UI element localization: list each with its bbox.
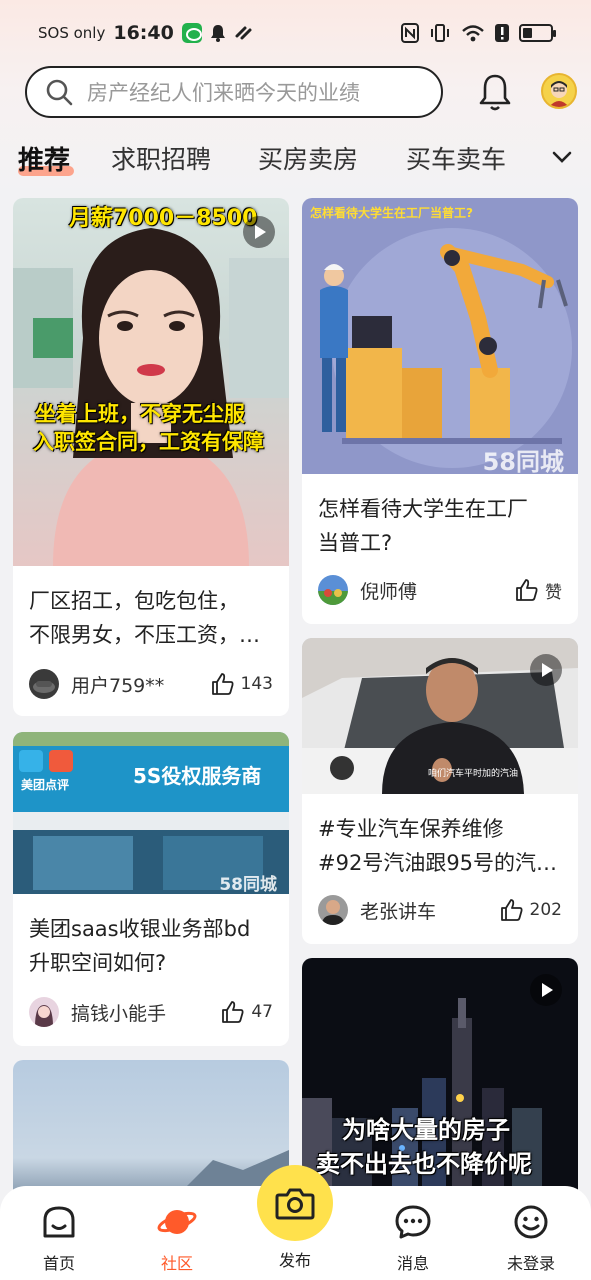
like-button[interactable]: 赞 xyxy=(515,578,562,603)
thumbs-up-icon xyxy=(211,673,234,695)
video-overlay-text: 卖不出去也不降价呢 xyxy=(316,1150,532,1178)
watermark: 58同城 xyxy=(219,875,277,894)
card-meta: 倪师傅 赞 xyxy=(318,574,562,606)
like-count: 赞 xyxy=(545,582,562,603)
video-overlay-text: 坐着上班，不穿无尘服 xyxy=(35,402,245,426)
chevron-down-icon[interactable] xyxy=(552,150,572,164)
card-title: 怎样看待大学生在工厂 当普工? xyxy=(318,497,528,555)
like-button[interactable]: 143 xyxy=(211,672,273,696)
publish-button[interactable] xyxy=(257,1165,333,1241)
like-count: 47 xyxy=(251,1002,273,1022)
tab-housing[interactable]: 买房卖房 xyxy=(258,140,358,176)
user-avatar[interactable] xyxy=(541,73,577,109)
image-caption: 怎样看待大学生在工厂当普工? xyxy=(310,206,473,220)
search-input[interactable]: 房产经纪人们来晒今天的业绩 xyxy=(25,66,443,118)
tab-recommend[interactable]: 推荐 xyxy=(18,140,70,177)
like-count: 202 xyxy=(529,900,562,920)
card-thumbnail: 美团点评 5S役权服务商 58同城 xyxy=(13,732,289,894)
nav-profile[interactable]: 未登录 xyxy=(491,1204,571,1274)
search-placeholder: 房产经纪人们来晒今天的业绩 xyxy=(87,81,360,105)
thumbs-up-icon xyxy=(516,579,538,601)
card-meta: 用户759** 143 xyxy=(29,668,273,700)
author-avatar[interactable] xyxy=(318,895,348,925)
search-row: 房产经纪人们来晒今天的业绩 xyxy=(25,66,577,118)
planet-icon xyxy=(157,1210,197,1234)
like-button[interactable]: 47 xyxy=(221,1000,273,1024)
nav-profile-label: 未登录 xyxy=(506,1254,555,1273)
author-name[interactable]: 倪师傅 xyxy=(360,577,417,604)
video-overlay-text: 为啥大量的房子 xyxy=(342,1116,510,1144)
card-thumbnail: 怎样看待大学生在工厂当普工? 58同城 xyxy=(302,198,578,474)
feed-card[interactable]: 美团点评 5S役权服务商 58同城 美团saas收银业务部bd 升职空间如何? … xyxy=(13,732,289,1046)
link-icon xyxy=(235,26,252,40)
wechat-notification-icon xyxy=(181,23,202,43)
vibrate-icon xyxy=(431,24,449,42)
play-icon xyxy=(243,216,275,248)
feed-card[interactable]: 咱们汽车平时加的汽油 #专业汽车保养维修 #92号汽油跟95号的汽… 老张讲车 … xyxy=(302,638,578,944)
carrier-text: SOS only xyxy=(38,24,106,42)
nav-messages-label: 消息 xyxy=(396,1254,429,1273)
card-meta: 老张讲车 202 xyxy=(318,894,562,926)
like-button[interactable]: 202 xyxy=(500,898,562,922)
logo-text: 美团点评 xyxy=(21,778,70,792)
feed-card[interactable]: 为啥大量的房子 卖不出去也不降价呢 xyxy=(302,958,578,1200)
tab-jobs[interactable]: 求职招聘 xyxy=(111,140,211,176)
author-avatar[interactable] xyxy=(29,669,59,699)
author-avatar[interactable] xyxy=(318,575,348,605)
bell-notification-icon xyxy=(210,25,225,42)
feed-card[interactable]: 月薪7000－8500 坐着上班，不穿无尘服 入职签合同，工资有保障 厂区招工，… xyxy=(13,198,289,716)
publish-label: 发布 xyxy=(278,1251,311,1270)
card-title: #专业汽车保养维修 #92号汽油跟95号的汽… xyxy=(318,817,558,875)
chat-bubble-icon xyxy=(395,1205,431,1239)
card-thumbnail: 咱们汽车平时加的汽油 xyxy=(302,638,578,794)
home-icon xyxy=(43,1206,75,1238)
nfc-icon xyxy=(401,23,419,43)
author-avatar[interactable] xyxy=(29,997,59,1027)
watermark: 58同城 xyxy=(482,448,564,474)
thumbs-up-icon xyxy=(222,1001,244,1023)
shop-sign-text: 5S役权服务商 xyxy=(133,764,262,788)
wifi-icon xyxy=(462,25,484,42)
card-title: 厂区招工，包吃包住， 不限男女，不压工资，… xyxy=(29,589,260,647)
feed-card[interactable]: 怎样看待大学生在工厂当普工? 58同城 怎样看待大学生在工厂 当普工? 倪师傅 … xyxy=(302,198,578,624)
tab-cars[interactable]: 买车卖车 xyxy=(406,140,506,176)
notifications-bell-icon[interactable] xyxy=(477,72,513,112)
battery-icon xyxy=(519,24,556,42)
card-thumbnail: 月薪7000－8500 坐着上班，不穿无尘服 入职签合同，工资有保障 xyxy=(13,198,289,566)
like-count: 143 xyxy=(240,674,273,694)
nav-community-label: 社区 xyxy=(160,1254,193,1273)
video-subtitle: 咱们汽车平时加的汽油 xyxy=(428,769,519,779)
feed-card[interactable] xyxy=(13,1060,289,1200)
play-icon xyxy=(530,654,562,686)
status-bar: SOS only 16:40 xyxy=(0,0,591,66)
video-overlay-text: 入职签合同，工资有保障 xyxy=(33,430,264,454)
nav-home[interactable]: 首页 xyxy=(19,1204,99,1274)
play-icon xyxy=(530,974,562,1006)
nav-messages[interactable]: 消息 xyxy=(373,1204,453,1274)
smiley-face-icon xyxy=(514,1205,548,1239)
camera-icon xyxy=(275,1188,315,1220)
card-thumbnail: 为啥大量的房子 卖不出去也不降价呢 xyxy=(302,958,578,1200)
nav-home-label: 首页 xyxy=(42,1254,75,1273)
clock: 16:40 xyxy=(113,22,174,44)
nav-community[interactable]: 社区 xyxy=(137,1204,217,1274)
card-meta: 搞钱小能手 47 xyxy=(29,996,273,1028)
author-name[interactable]: 用户759** xyxy=(71,671,164,698)
author-name[interactable]: 搞钱小能手 xyxy=(71,999,166,1026)
card-thumbnail xyxy=(13,1060,289,1200)
author-name[interactable]: 老张讲车 xyxy=(360,897,436,924)
card-title: 美团saas收银业务部bd 升职空间如何? xyxy=(29,917,251,975)
search-icon xyxy=(46,79,73,106)
category-tabs: 推荐 求职招聘 买房卖房 买车卖车 xyxy=(0,136,591,186)
video-overlay-text: 月薪7000－8500 xyxy=(69,206,258,231)
thumbs-up-icon xyxy=(500,899,523,921)
alert-icon xyxy=(495,24,509,42)
